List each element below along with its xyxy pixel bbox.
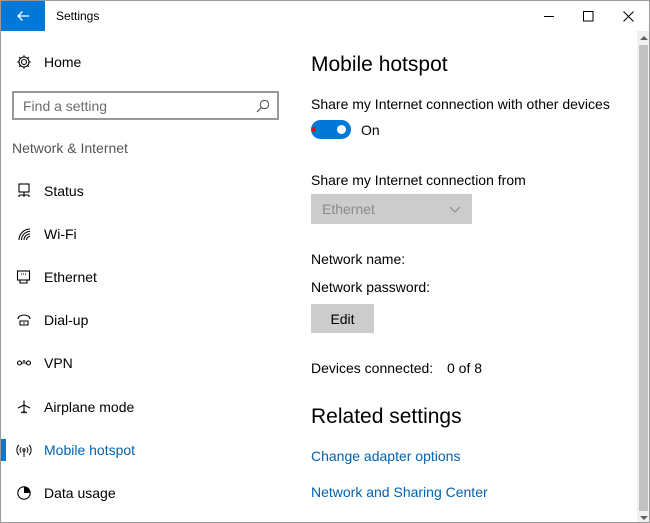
sidebar-item-label: Wi-Fi [44, 226, 77, 242]
sidebar-home-label: Home [44, 54, 82, 70]
status-icon [15, 182, 33, 200]
devices-connected-value: 0 of 8 [447, 360, 483, 376]
network-sharing-center-link[interactable]: Network and Sharing Center [311, 484, 488, 500]
dialup-icon [15, 311, 33, 329]
sidebar-item-label: Status [44, 183, 84, 199]
sidebar-item-label: Data usage [44, 485, 116, 501]
search-placeholder: Find a setting [23, 98, 108, 114]
sidebar-item-dialup[interactable]: Dial-up [1, 305, 291, 335]
hotspot-icon [15, 441, 33, 459]
settings-window: Settings Home Find a setting Network & I… [0, 0, 650, 523]
window-title: Settings [56, 9, 100, 23]
active-indicator [1, 439, 6, 461]
page-title: Mobile hotspot [311, 53, 448, 76]
back-arrow-icon [17, 11, 29, 21]
chevron-down-icon [449, 206, 461, 213]
back-button[interactable] [1, 1, 45, 31]
vpn-icon [15, 354, 33, 372]
close-button[interactable] [608, 1, 648, 31]
devices-connected-label: Devices connected: [311, 360, 434, 376]
minimize-button[interactable] [529, 1, 569, 31]
scroll-thumb[interactable] [639, 45, 648, 511]
sidebar-item-label: Airplane mode [44, 399, 135, 415]
toggle-knob [337, 125, 346, 134]
scrollbar[interactable] [637, 31, 649, 522]
wifi-icon [15, 225, 33, 243]
share-from-dropdown[interactable]: Ethernet [311, 194, 472, 224]
share-from-label: Share my Internet connection from [311, 172, 526, 188]
hotspot-toggle[interactable] [311, 120, 351, 139]
scroll-down-icon [640, 515, 648, 520]
sidebar-item-home[interactable]: Home [1, 49, 291, 75]
ethernet-icon [15, 268, 33, 286]
airplane-icon [15, 398, 33, 416]
toggle-state: On [361, 122, 380, 138]
toggle-marker [312, 127, 316, 132]
scroll-up-icon [640, 35, 648, 40]
sidebar-item-vpn[interactable]: VPN [1, 348, 291, 378]
related-settings-title: Related settings [311, 405, 462, 428]
network-password-label: Network password: [311, 279, 431, 295]
section-title: Network & Internet [12, 140, 128, 156]
sidebar-item-label: Mobile hotspot [44, 442, 136, 458]
sidebar-item-ethernet[interactable]: Ethernet [1, 262, 291, 292]
sidebar-item-label: Dial-up [44, 312, 89, 328]
search-input[interactable]: Find a setting [12, 91, 279, 120]
change-adapter-options-link[interactable]: Change adapter options [311, 448, 460, 464]
sidebar-item-label: VPN [44, 355, 73, 371]
title-bar: Settings [1, 1, 649, 31]
maximize-icon [582, 10, 593, 21]
minimize-icon [543, 15, 554, 17]
share-label: Share my Internet connection with other … [311, 96, 610, 112]
gear-icon [15, 53, 33, 71]
sidebar-item-airplane-mode[interactable]: Airplane mode [1, 392, 291, 422]
sidebar-item-mobile-hotspot[interactable]: Mobile hotspot [1, 435, 291, 465]
close-icon [622, 10, 634, 22]
data-usage-icon [15, 484, 33, 502]
maximize-button[interactable] [568, 1, 608, 31]
dropdown-value: Ethernet [322, 201, 375, 217]
main-content: Mobile hotspot Share my Internet connect… [291, 31, 637, 522]
sidebar-item-wifi[interactable]: Wi-Fi [1, 219, 291, 249]
scroll-down-button[interactable] [637, 511, 649, 522]
sidebar-item-data-usage[interactable]: Data usage [1, 478, 291, 508]
search-icon [256, 99, 270, 113]
sidebar-item-status[interactable]: Status [1, 176, 291, 206]
sidebar-item-label: Ethernet [44, 269, 97, 285]
network-name-label: Network name: [311, 251, 406, 267]
edit-button[interactable]: Edit [311, 304, 374, 333]
scroll-up-button[interactable] [637, 31, 649, 44]
sidebar: Home Find a setting Network & Internet S… [1, 31, 291, 522]
